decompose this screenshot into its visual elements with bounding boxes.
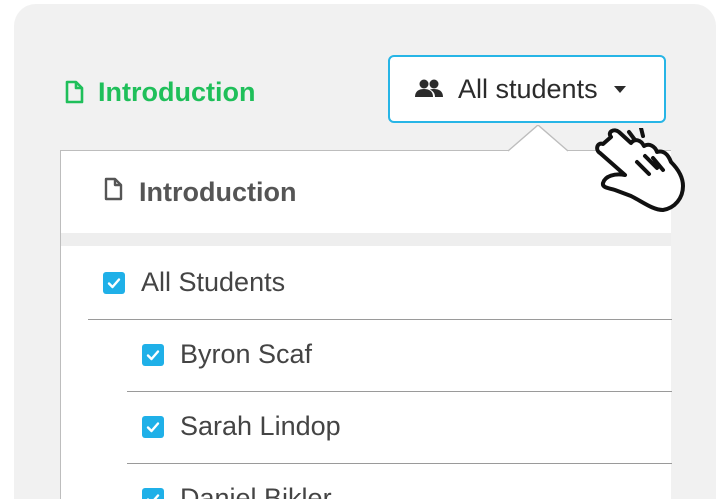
student-option[interactable]: Daniel Bikler <box>142 483 332 499</box>
checkbox-checked-icon[interactable] <box>142 487 164 499</box>
all-students-label: All Students <box>141 267 286 297</box>
filter-label: All students <box>458 73 598 104</box>
dropdown-header: Introduction <box>61 151 671 233</box>
document-icon <box>64 80 84 104</box>
lesson-card: Introduction All students Introduction A… <box>14 4 716 499</box>
checkbox-checked-icon[interactable] <box>103 271 125 294</box>
student-option[interactable]: Byron Scaf <box>142 339 312 370</box>
student-name: Byron Scaf <box>180 339 313 369</box>
student-name: Sarah Lindop <box>180 411 341 441</box>
header-separator <box>61 233 671 246</box>
caret-down-icon <box>613 85 626 93</box>
users-icon <box>414 74 444 105</box>
student-name: Daniel Bikler <box>180 483 332 499</box>
checkbox-checked-icon[interactable] <box>142 343 164 366</box>
pointer-hand-icon <box>595 128 685 212</box>
student-option[interactable]: Sarah Lindop <box>142 411 341 442</box>
student-filter-button[interactable]: All students <box>388 55 666 123</box>
checkbox-checked-icon[interactable] <box>142 415 164 438</box>
document-icon <box>103 177 123 208</box>
lesson-title: Introduction <box>98 76 256 107</box>
lesson-title-link[interactable]: Introduction <box>64 74 255 110</box>
dropdown-title: Introduction <box>139 176 297 207</box>
student-dropdown-panel: Introduction All Students Byron Scaf Sar… <box>60 150 672 499</box>
all-students-option[interactable]: All Students <box>103 267 285 298</box>
divider <box>127 391 672 392</box>
divider <box>88 319 672 320</box>
divider <box>127 463 672 464</box>
dropdown-pointer <box>508 125 568 152</box>
